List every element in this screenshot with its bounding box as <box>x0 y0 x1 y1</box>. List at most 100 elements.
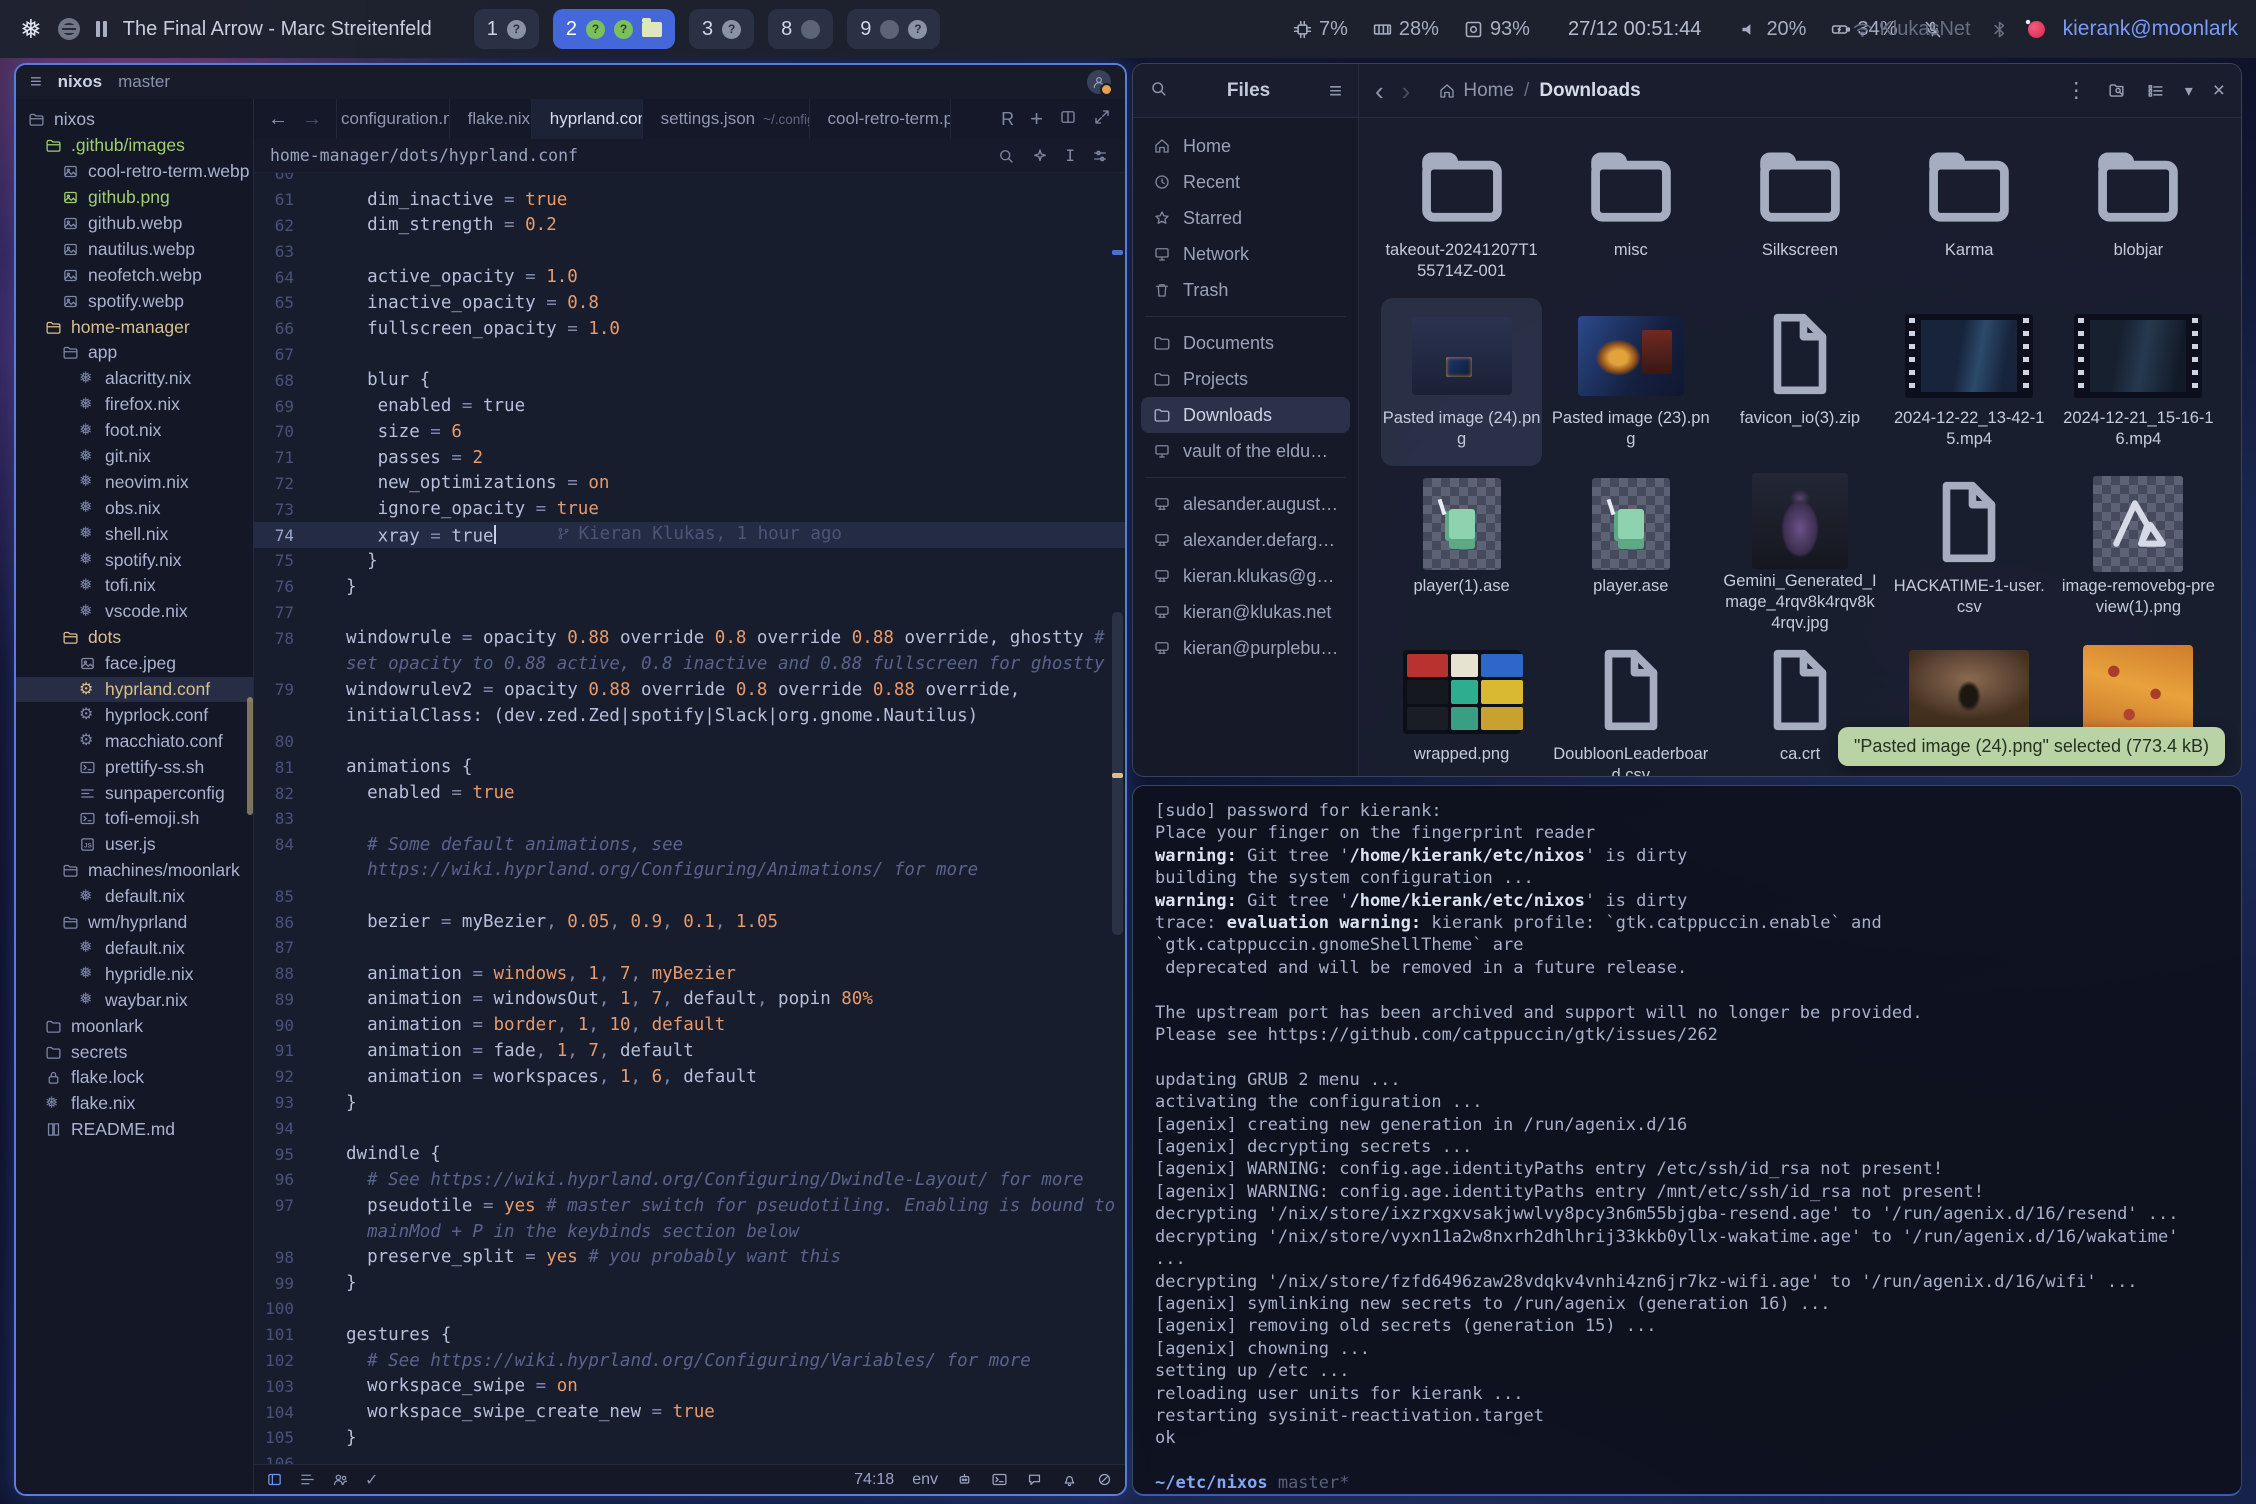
tree-item-sunpaperconfig[interactable]: sunpaperconfig <box>16 780 253 806</box>
tree-item-default-nix[interactable]: ❅default.nix <box>16 936 253 962</box>
hamburger-menu-icon[interactable]: ≡ <box>1329 78 1342 104</box>
avatar[interactable] <box>1087 70 1111 94</box>
caret-down-icon[interactable]: ▾ <box>2185 81 2193 101</box>
file-item-2024-12-21-15-16-16-mp4[interactable]: 2024-12-21_15-16-16.mp4 <box>2058 298 2219 466</box>
sidebar-item-kieran-klukas-g-[interactable]: kieran.klukas@g… <box>1141 558 1350 594</box>
sidebar-item-projects[interactable]: Projects <box>1141 361 1350 397</box>
tree-item-hypridle-nix[interactable]: ❅hypridle.nix <box>16 961 253 987</box>
sidebar-item-alexander-defarg-[interactable]: alexander.defarg… <box>1141 522 1350 558</box>
tree-item-nixos[interactable]: nixos <box>16 107 253 133</box>
file-item-gemini-generated-image-4rqv8k4rqv8k4rqv-jpg[interactable]: Gemini_Generated_Image_4rqv8k4rqv8k4rqv.… <box>1719 466 1880 634</box>
file-item-pasted-image-24-png[interactable]: Pasted image (24).png <box>1381 298 1542 466</box>
view-list-icon[interactable] <box>2146 81 2165 100</box>
workspace-button-2[interactable]: 2 <box>553 9 675 49</box>
diagnostics-icon[interactable] <box>1096 1471 1113 1488</box>
file-item-player-1-ase[interactable]: player(1).ase <box>1381 466 1542 634</box>
search-icon[interactable] <box>997 147 1015 165</box>
new-tab-icon[interactable] <box>2107 81 2126 100</box>
workspace-button-3[interactable]: 3 <box>689 9 754 49</box>
tree-item-alacritty-nix[interactable]: ❅alacritty.nix <box>16 366 253 392</box>
tree-item-machines-moonlark[interactable]: machines/moonlark <box>16 858 253 884</box>
tab-cool-retro-term-png[interactable]: cool-retro-term.png <box>810 99 952 139</box>
tree-item-tofi-emoji-sh[interactable]: tofi-emoji.sh <box>16 806 253 832</box>
code-editor[interactable]: 6061 dim_inactive = true62 dim_strength … <box>254 173 1125 1464</box>
tree-item-spotify-webp[interactable]: spotify.webp <box>16 288 253 314</box>
tree-item-dots[interactable]: dots <box>16 625 253 651</box>
tree-item-readme-md[interactable]: README.md <box>16 1117 253 1143</box>
tree-item--github-images[interactable]: .github/images <box>16 133 253 159</box>
tree-item-github-webp[interactable]: github.webp <box>16 211 253 237</box>
file-item-karma[interactable]: Karma <box>1889 130 2050 298</box>
split-pane-icon[interactable] <box>1059 108 1077 131</box>
zoom-pane-icon[interactable] <box>1093 108 1111 131</box>
media-title[interactable]: The Final Arrow - Marc Streitenfeld <box>123 18 432 41</box>
sidebar-item-trash[interactable]: Trash <box>1141 272 1350 308</box>
tree-item-shell-nix[interactable]: ❅shell.nix <box>16 521 253 547</box>
repl-button[interactable]: R <box>1001 109 1014 130</box>
tree-item-waybar-nix[interactable]: ❅waybar.nix <box>16 987 253 1013</box>
kebab-menu-icon[interactable]: ⋮ <box>2066 78 2087 103</box>
tree-item-nautilus-webp[interactable]: nautilus.webp <box>16 236 253 262</box>
git-branch[interactable]: master <box>118 72 170 92</box>
sidebar-item-alesander-august-[interactable]: alesander.august… <box>1141 486 1350 522</box>
terminal-icon[interactable] <box>991 1471 1008 1488</box>
sidebar-item-starred[interactable]: Starred <box>1141 200 1350 236</box>
sidebar-item-downloads[interactable]: Downloads <box>1141 397 1350 433</box>
tree-item-macchiato-conf[interactable]: ⚙macchiato.conf <box>16 728 253 754</box>
tray-app-icon[interactable] <box>2028 21 2045 38</box>
volume-indicator[interactable]: 20% <box>1739 18 1806 41</box>
new-tab-button[interactable]: + <box>1030 106 1043 132</box>
file-item-silkscreen[interactable]: Silkscreen <box>1719 130 1880 298</box>
tree-item-flake-lock[interactable]: flake.lock <box>16 1065 253 1091</box>
file-item-favicon-io-3-zip[interactable]: favicon_io(3).zip <box>1719 298 1880 466</box>
ai-icon[interactable] <box>956 1471 973 1488</box>
tree-item-tofi-nix[interactable]: ❅tofi.nix <box>16 573 253 599</box>
tree-item-spotify-nix[interactable]: ❅spotify.nix <box>16 547 253 573</box>
terminal-window[interactable]: [sudo] password for kierank:Place your f… <box>1132 785 2242 1496</box>
tab-configuration-nix[interactable]: configuration.nix <box>337 99 450 139</box>
tree-item-secrets[interactable]: secrets <box>16 1039 253 1065</box>
forward-icon[interactable]: › <box>1402 78 1411 104</box>
tab-settings-json[interactable]: settings.json~/.config/zed <box>643 99 810 139</box>
file-item-image-removebg-preview-1-png[interactable]: image-removebg-preview(1).png <box>2058 466 2219 634</box>
file-item-blobjar[interactable]: blobjar <box>2058 130 2219 298</box>
zed-titlebar[interactable]: ≡ nixos master <box>16 65 1125 99</box>
sidebar-item-documents[interactable]: Documents <box>1141 325 1350 361</box>
bell-icon[interactable] <box>1061 1471 1078 1488</box>
file-item-pasted-image-23-png[interactable]: Pasted image (23).png <box>1550 298 1711 466</box>
project-panel-icon[interactable] <box>266 1471 283 1488</box>
collab-icon[interactable] <box>332 1471 349 1488</box>
bluetooth-icon[interactable] <box>1989 19 2010 40</box>
tree-item-default-nix[interactable]: ❅default.nix <box>16 884 253 910</box>
tree-item-vscode-nix[interactable]: ❅vscode.nix <box>16 599 253 625</box>
filter-icon[interactable] <box>1091 147 1109 165</box>
file-item-hackatime-1-user-csv[interactable]: HACKATIME-1-user.csv <box>1889 466 2050 634</box>
tree-item-github-png[interactable]: github.png <box>16 185 253 211</box>
sidebar-item-kieran-klukas-net[interactable]: kieran@klukas.net <box>1141 594 1350 630</box>
project-panel[interactable]: nixos.github/imagescool-retro-term.webpg… <box>16 99 254 1494</box>
tree-item-wm-hyprland[interactable]: wm/hyprland <box>16 910 253 936</box>
tree-item-user-js[interactable]: JSuser.js <box>16 832 253 858</box>
tree-item-flake-nix[interactable]: ❅flake.nix <box>16 1091 253 1117</box>
workspace-button-9[interactable]: 9 <box>847 9 940 49</box>
outline-icon[interactable] <box>299 1471 316 1488</box>
back-icon[interactable]: ← <box>268 108 288 131</box>
assistant-icon[interactable] <box>1026 1471 1043 1488</box>
diagnostics-check[interactable]: ✓ <box>365 1470 378 1490</box>
tab-hyprland-conf[interactable]: hyprland.conf <box>532 99 643 139</box>
cursor-mode-icon[interactable]: I <box>1065 146 1075 165</box>
tree-item-prettify-ss-sh[interactable]: prettify-ss.sh <box>16 754 253 780</box>
breadcrumb-home[interactable]: Home <box>1438 80 1514 102</box>
tree-item-git-nix[interactable]: ❅git.nix <box>16 444 253 470</box>
back-icon[interactable]: ‹ <box>1375 78 1384 104</box>
tab-flake-nix[interactable]: flake.nix <box>450 99 532 139</box>
tree-item-firefox-nix[interactable]: ❅firefox.nix <box>16 392 253 418</box>
pause-icon[interactable] <box>96 21 107 37</box>
breadcrumb-current[interactable]: Downloads <box>1539 80 1640 102</box>
close-icon[interactable]: × <box>2213 79 2225 103</box>
tree-item-moonlark[interactable]: moonlark <box>16 1013 253 1039</box>
cursor-position[interactable]: 74:18 <box>854 1471 894 1489</box>
tree-item-face-jpeg[interactable]: face.jpeg <box>16 651 253 677</box>
file-item-wrapped-png[interactable]: wrapped.png <box>1381 634 1542 776</box>
sidebar-item-home[interactable]: Home <box>1141 128 1350 164</box>
